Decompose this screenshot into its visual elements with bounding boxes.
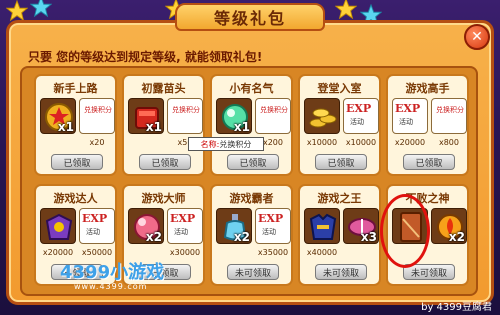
pack-title: 游戏大师 xyxy=(141,192,186,205)
reward-row: EXP 活动 xyxy=(40,208,115,244)
item-amount: x20000 xyxy=(42,248,74,257)
exp-sub-label: 活动 xyxy=(399,118,413,126)
reward-row: x2 EXP 活动 xyxy=(216,208,291,244)
armor-icon[interactable] xyxy=(40,208,76,244)
points-label: 兑换积分 xyxy=(436,106,464,114)
reward-row: x2 EXP 活动 xyxy=(128,208,203,244)
highlight-circle xyxy=(380,194,430,268)
pink-capsule-icon[interactable]: x3 xyxy=(343,208,379,244)
gold-coins-icon[interactable] xyxy=(304,98,340,134)
item-quantity: x2 xyxy=(145,230,162,244)
pack-title: 新手上路 xyxy=(53,82,98,95)
pack-title: 登堂入室 xyxy=(317,82,362,95)
claim-button[interactable]: 已领取 xyxy=(403,154,455,170)
item-quantity: x2 xyxy=(233,230,250,244)
points-label: 兑换积分 xyxy=(260,106,288,114)
gift-pack-card: 新手上路 x20 x1 兑换积分已领取 xyxy=(34,74,117,176)
exchange-points-icon[interactable]: 兑换积分 xyxy=(167,98,203,134)
exp-label: EXP xyxy=(170,212,196,225)
item-quantity: x3 xyxy=(360,230,377,244)
item-quantity: x2 xyxy=(448,230,465,244)
exp-label: EXP xyxy=(395,102,421,115)
item-quantity: x1 xyxy=(145,120,162,134)
window-title: 等级礼包 xyxy=(175,3,325,31)
exp-sub-label: 活动 xyxy=(174,228,188,236)
item-amount: x40000 xyxy=(306,248,338,257)
gift-pack-card: 初露苗头 x50 x1 兑换积分 已领取 xyxy=(122,74,205,176)
exp-label: EXP xyxy=(82,212,108,225)
exp-sub-label: 活动 xyxy=(350,118,364,126)
gift-pack-card: 游戏高手 x20000 x800 EXP 活动 兑换积分已领取 xyxy=(386,74,469,176)
item-amount: x10000 xyxy=(306,138,338,147)
star-medal-icon[interactable]: x1 xyxy=(40,98,76,134)
potion-icon[interactable]: x2 xyxy=(216,208,252,244)
pack-title: 初露苗头 xyxy=(141,82,186,95)
exchange-points-icon[interactable]: 兑换积分 xyxy=(79,98,115,134)
exp-icon[interactable]: EXP 活动 xyxy=(392,98,428,134)
exp-icon[interactable]: EXP 活动 xyxy=(343,98,379,134)
tooltip-value: 兑换积分 xyxy=(219,139,252,149)
item-amount: x10000 xyxy=(345,138,377,147)
pack-title: 游戏达人 xyxy=(53,192,98,205)
gift-pack-card: 游戏之王 x40000 x3 未可领取 xyxy=(298,184,381,286)
exp-label: EXP xyxy=(258,212,284,225)
claim-button[interactable]: 已领取 xyxy=(315,154,367,170)
claim-button[interactable]: 已领取 xyxy=(51,154,103,170)
item-amount: x20 xyxy=(89,138,105,147)
reward-row: x1 兑换积分 xyxy=(40,98,115,134)
star-icon xyxy=(335,0,357,20)
notice-text: 只要 您的等级达到规定等级, 就能领取礼包! xyxy=(28,50,263,64)
reward-row: EXP 活动 xyxy=(304,98,379,134)
pack-title: 小有名气 xyxy=(229,82,274,95)
claim-button[interactable]: 未可领取 xyxy=(227,264,279,280)
star-icon xyxy=(6,0,28,22)
claim-button[interactable]: 已领取 xyxy=(139,154,191,170)
reward-row: x3 xyxy=(304,208,379,244)
red-cube-icon[interactable]: x1 xyxy=(128,98,164,134)
item-amount: x35000 xyxy=(257,248,289,257)
exchange-points-icon[interactable]: 兑换积分 xyxy=(255,98,291,134)
exp-icon[interactable]: EXP 活动 xyxy=(167,208,203,244)
exp-sub-label: 活动 xyxy=(86,228,100,236)
pink-orb-icon[interactable]: x2 xyxy=(128,208,164,244)
item-amount: x800 xyxy=(438,138,459,147)
gift-pack-card: 游戏霸者 x35000 x2 EXP 活动未可领取 xyxy=(210,184,293,286)
claim-button[interactable]: 已领取 xyxy=(227,154,279,170)
exp-sub-label: 活动 xyxy=(262,228,276,236)
item-quantity: x1 xyxy=(57,120,74,134)
reward-row: EXP 活动 兑换积分 xyxy=(392,98,467,134)
close-button[interactable]: ✕ xyxy=(464,24,490,50)
points-label: 兑换积分 xyxy=(172,106,200,114)
green-orb-icon[interactable]: x1 xyxy=(216,98,252,134)
reward-row: x1 兑换积分 xyxy=(128,98,203,134)
item-quantity: x1 xyxy=(233,120,250,134)
pack-title: 游戏高手 xyxy=(405,82,450,95)
points-label: 兑换积分 xyxy=(84,106,112,114)
claim-button[interactable]: 未可领取 xyxy=(315,264,367,280)
gift-pack-card: 小有名气 x200 x1 兑换积分 已领取 xyxy=(210,74,293,176)
watermark-url: www.4399.com xyxy=(74,282,148,291)
tooltip-label: 名称: xyxy=(200,139,220,149)
item-amount: x50000 xyxy=(81,248,113,257)
item-amount: x30000 xyxy=(169,248,201,257)
exp-label: EXP xyxy=(346,102,372,115)
item-amount: x20000 xyxy=(394,138,426,147)
exp-icon[interactable]: EXP 活动 xyxy=(79,208,115,244)
reward-row: x1 兑换积分 xyxy=(216,98,291,134)
pack-title: 游戏霸者 xyxy=(229,192,274,205)
watermark-logo: 4399小游戏 xyxy=(60,262,165,283)
blue-cloth-icon[interactable] xyxy=(304,208,340,244)
gift-pack-card: 登堂入室 x10000 x10000 EXP 活动已领取 xyxy=(298,74,381,176)
item-tooltip: 名称: 兑换积分 xyxy=(188,137,264,151)
star-icon xyxy=(30,0,52,18)
fire-orb-icon[interactable]: x2 xyxy=(431,208,467,244)
exp-icon[interactable]: EXP 活动 xyxy=(255,208,291,244)
pack-title: 游戏之王 xyxy=(317,192,362,205)
byline: by 4399豆腐君 xyxy=(421,302,492,313)
exchange-points-icon[interactable]: 兑换积分 xyxy=(431,98,467,134)
